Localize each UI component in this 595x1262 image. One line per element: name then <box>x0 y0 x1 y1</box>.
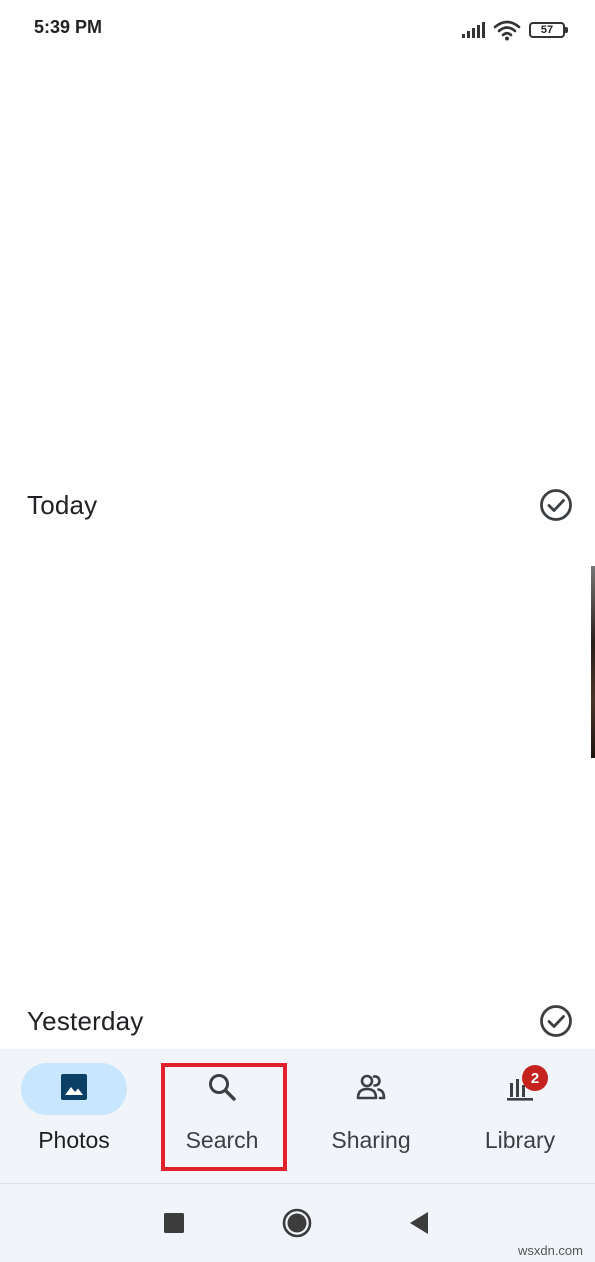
section-title-today: Today <box>27 490 98 520</box>
status-icons: 57 <box>461 18 568 42</box>
select-all-today-check-icon[interactable] <box>539 488 573 522</box>
back-triangle-icon[interactable] <box>402 1206 436 1240</box>
section-header-today: Today <box>0 480 595 530</box>
library-notification-badge: 2 <box>522 1065 548 1091</box>
nav-item-photos[interactable]: Photos <box>0 1049 148 1183</box>
nav-item-search[interactable]: Search <box>148 1049 296 1183</box>
bottom-navigation: Photos Search Sharing 2 Library <box>0 1049 595 1183</box>
signal-icon <box>462 22 485 38</box>
nav-label-photos: Photos <box>38 1127 110 1153</box>
photos-app-screen: 5:39 PM 57 Today Yesterday Photos Search… <box>0 0 595 1262</box>
nav-label-sharing: Sharing <box>331 1127 411 1153</box>
nav-item-library[interactable]: 2 Library <box>446 1049 594 1183</box>
recents-square-icon[interactable] <box>157 1206 191 1240</box>
status-time: 5:39 PM <box>34 17 103 37</box>
nav-item-sharing[interactable]: Sharing <box>297 1049 445 1183</box>
wifi-icon <box>493 20 521 41</box>
search-icon <box>209 1074 236 1101</box>
system-navigation-bar: wsxdn.com <box>0 1184 595 1262</box>
home-circle-icon[interactable] <box>280 1206 314 1240</box>
timeline-scroll-handle[interactable] <box>591 566 595 758</box>
nav-label-search: Search <box>185 1127 259 1153</box>
select-all-yesterday-check-icon[interactable] <box>539 1004 573 1038</box>
section-title-yesterday: Yesterday <box>27 1006 144 1036</box>
battery-level: 57 <box>540 24 554 36</box>
nav-label-library: Library <box>484 1127 556 1153</box>
status-bar: 5:39 PM 57 <box>0 0 595 58</box>
photo-icon <box>61 1074 87 1100</box>
watermark-text: wsxdn.com <box>517 1243 583 1258</box>
battery-icon: 57 <box>529 22 568 38</box>
section-header-yesterday: Yesterday <box>0 996 595 1046</box>
people-icon <box>356 1074 386 1100</box>
